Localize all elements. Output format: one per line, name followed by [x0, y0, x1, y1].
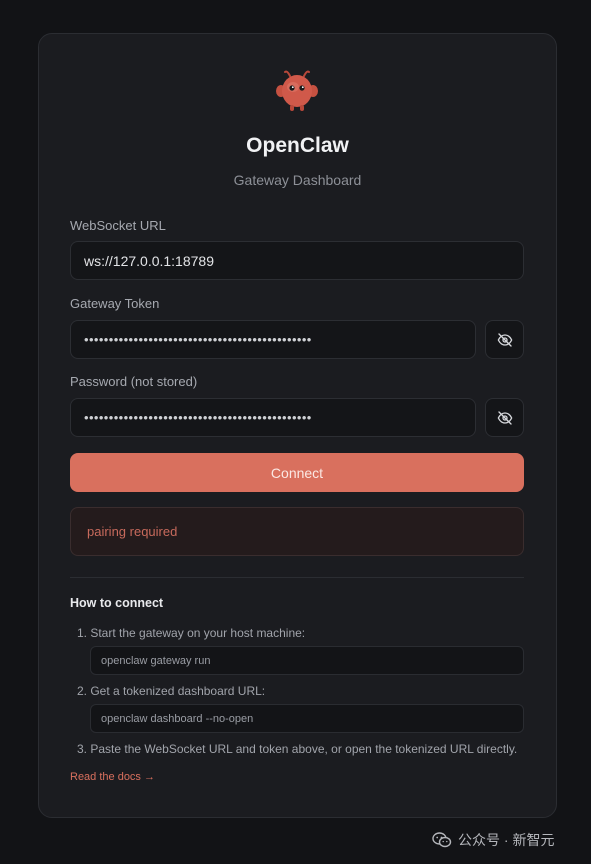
- eye-off-icon: [497, 410, 512, 425]
- section-divider: [70, 577, 524, 578]
- error-text: pairing required: [87, 524, 178, 539]
- gateway-token-label: Gateway Token: [70, 296, 160, 311]
- connect-button[interactable]: Connect: [70, 453, 524, 492]
- command-dashboard-no-open[interactable]: openclaw dashboard --no-open: [90, 704, 524, 733]
- watermark: 公众号 · 新智元: [432, 830, 554, 850]
- toggle-password-visibility-button[interactable]: [485, 398, 524, 437]
- read-docs-link[interactable]: Read the docs →: [70, 771, 155, 783]
- howto-step-1: 1. Start the gateway on your host machin…: [77, 626, 306, 640]
- login-card: OpenClaw Gateway Dashboard WebSocket URL…: [38, 33, 557, 818]
- password-label: Password (not stored): [70, 374, 198, 389]
- howto-step-3: 3. Paste the WebSocket URL and token abo…: [77, 742, 518, 756]
- watermark-text: 公众号 · 新智元: [458, 832, 555, 848]
- wechat-icon: [432, 832, 452, 848]
- openclaw-logo-icon: [273, 66, 321, 114]
- error-message: pairing required: [70, 507, 524, 556]
- eye-off-icon: [497, 332, 512, 347]
- websocket-url-label: WebSocket URL: [70, 218, 166, 233]
- howto-title: How to connect: [70, 596, 164, 610]
- password-input[interactable]: ••••••••••••••••••••••••••••••••••••••••…: [70, 398, 476, 437]
- howto-step-2: 2. Get a tokenized dashboard URL:: [77, 684, 266, 698]
- app-subtitle: Gateway Dashboard: [233, 172, 362, 188]
- gateway-token-input[interactable]: ••••••••••••••••••••••••••••••••••••••••…: [70, 320, 476, 359]
- toggle-token-visibility-button[interactable]: [485, 320, 524, 359]
- app-title: OpenClaw: [246, 134, 349, 157]
- command-gateway-run[interactable]: openclaw gateway run: [90, 646, 524, 675]
- websocket-url-input[interactable]: ws://127.0.0.1:18789: [70, 241, 524, 280]
